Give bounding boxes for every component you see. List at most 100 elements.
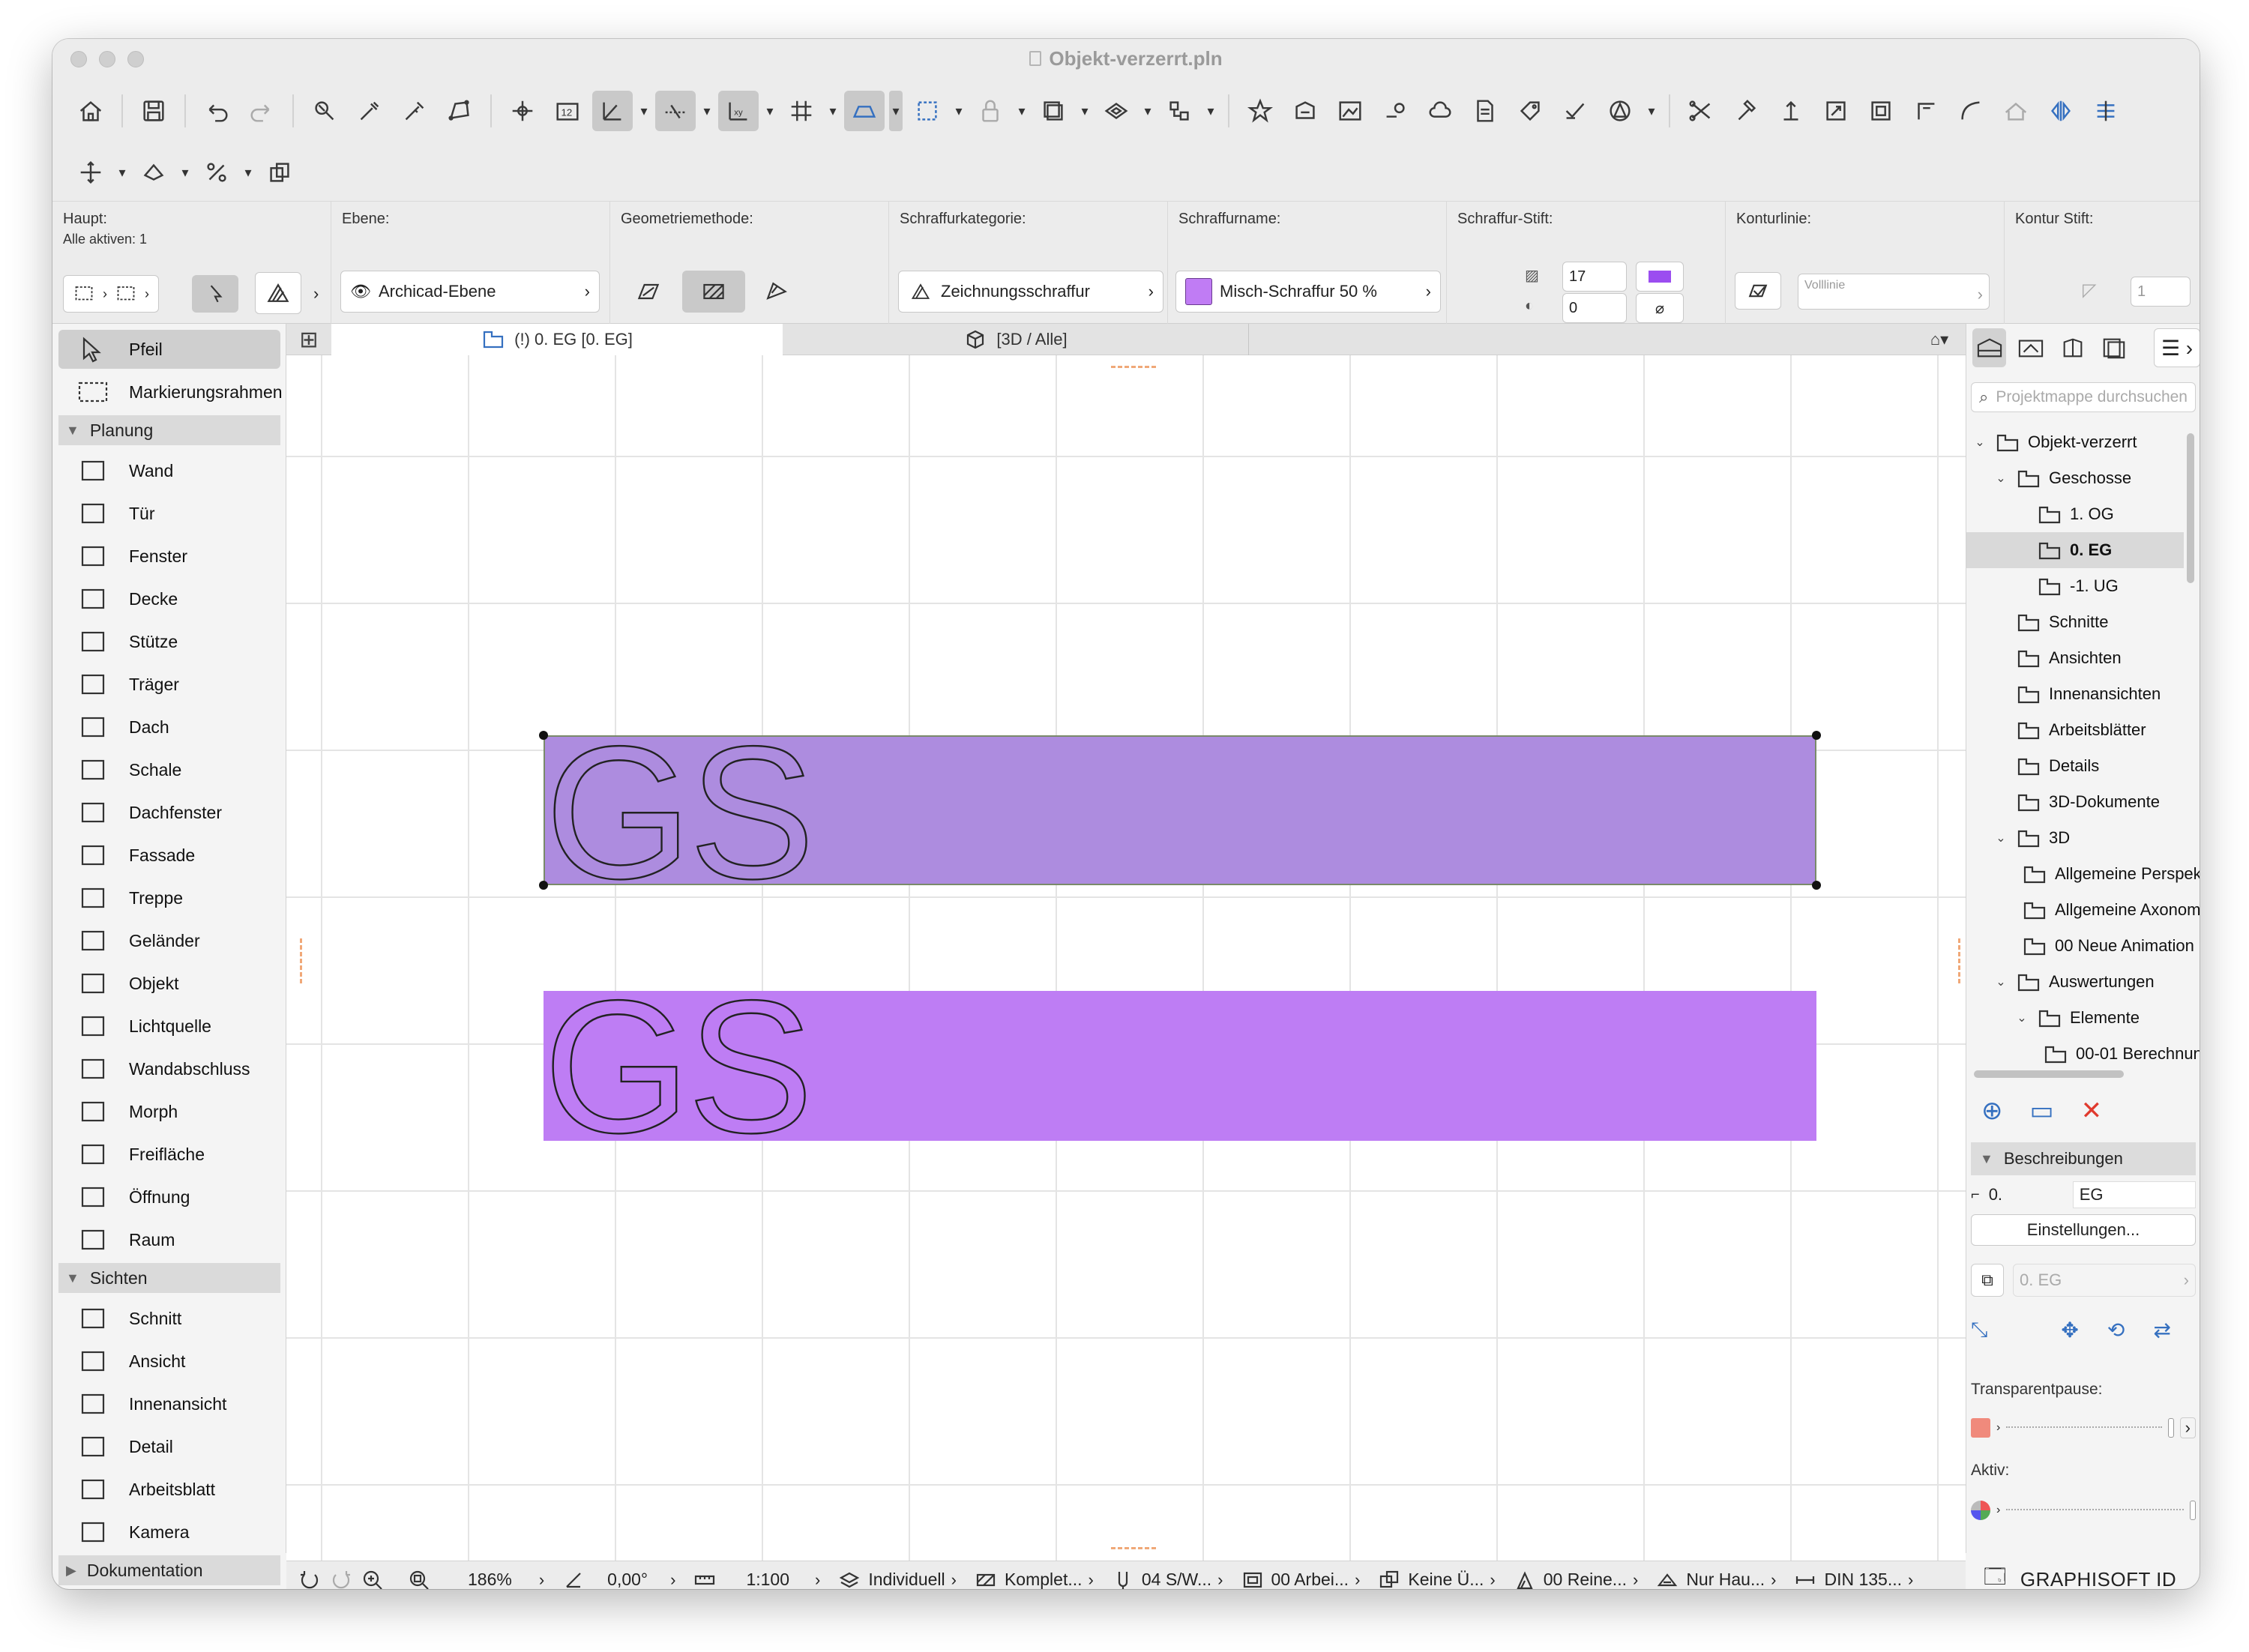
add-icon[interactable]: ⊕ [1981,1096,2003,1126]
copy-button[interactable] [259,152,300,193]
tab-project-map[interactable] [1972,328,2007,367]
selection-handle[interactable] [539,731,548,740]
project-map-search[interactable]: ⌕ Projektmappe durchsuchen [1971,382,2196,412]
descriptions-section[interactable]: ▼ Beschreibungen [1971,1142,2196,1175]
trace-chevron[interactable]: › [2179,1417,2196,1438]
rotate-view-icon[interactable]: ⟲ [2107,1318,2125,1342]
percent-dropdown[interactable]: ▾ [241,152,255,193]
tab-publisher[interactable] [2097,328,2131,367]
tool-morph[interactable]: Morph [58,1092,280,1131]
mirror-button[interactable] [2041,91,2081,131]
tab-layout-book[interactable] [2056,328,2089,367]
disclosure-icon[interactable]: ⌄ [1993,471,2008,486]
roof-button[interactable] [1996,91,2036,131]
tool-ansicht[interactable]: Ansicht [58,1342,280,1381]
bg-pen-input[interactable]: 0 [1562,293,1627,323]
number-button[interactable]: 12 [547,91,588,131]
undo-button[interactable] [196,91,237,131]
delete-icon[interactable]: ✕ [2081,1096,2103,1126]
tree-item[interactable]: ⌄ Geschosse [1966,460,2184,496]
tool-fenster[interactable]: Fenster [58,537,280,576]
tree-scrollbar[interactable] [2187,433,2194,583]
marquee-button[interactable] [907,91,948,131]
graphisoft-id[interactable]: 🗔 GRAPHISOFT ID [1966,1561,2200,1589]
layer-combination[interactable]: Individuell [868,1570,945,1589]
tool-stütze[interactable]: Stütze [58,622,280,661]
context-field[interactable]: 0. EG › [2013,1264,2196,1297]
tree-item[interactable]: Details [1966,748,2184,784]
trace-slider[interactable]: › › [1971,1412,2196,1444]
angle-dropdown[interactable]: ▾ [637,91,651,131]
document-button[interactable] [1465,91,1505,131]
layers-button[interactable] [1033,91,1074,131]
tree-dropdown[interactable]: ▾ [1204,91,1217,131]
swap-icon[interactable]: ⇄ [2153,1318,2170,1342]
contour-line-type[interactable]: Volllinie › [1798,274,1990,310]
graphic-override[interactable]: Keine Ü... [1408,1570,1484,1589]
home-button[interactable] [70,91,111,131]
link-button[interactable] [1375,91,1415,131]
disclosure-icon[interactable]: ⌄ [2014,1010,2029,1025]
hatch-selected[interactable]: GS [544,717,1816,908]
syringe-button[interactable] [394,91,435,131]
slider-thumb[interactable] [2190,1501,2196,1520]
zoom-previous-button[interactable] [297,1567,322,1590]
hammer-button[interactable] [1726,91,1766,131]
guide-button[interactable] [655,91,696,131]
offset-button[interactable] [1861,91,1901,131]
tool-träger[interactable]: Träger [58,665,280,704]
navigator-menu-button[interactable]: ☰ › [2153,328,2200,367]
layers-dropdown[interactable]: ▾ [1078,91,1092,131]
tree-item[interactable]: ⌄ 3D [1966,820,2184,856]
tree-item[interactable]: 00 Neue Animation [1966,928,2194,964]
guide-dropdown[interactable]: ▾ [700,91,714,131]
shape-button[interactable] [1600,91,1640,131]
geometry-rotated-button[interactable] [753,271,799,313]
tree-button[interactable] [1159,91,1199,131]
select-mode-control[interactable]: › › [63,275,159,313]
tree-item[interactable]: Allgemeine Perspektive [1966,856,2200,892]
snap-button[interactable] [502,91,543,131]
tree-item[interactable]: Ansichten [1966,640,2184,676]
tree-item[interactable]: Schnitte [1966,604,2184,640]
toolbox-group-planung[interactable]: ▼ Planung [58,415,280,445]
renovation-filter[interactable]: 00 Reine... [1544,1570,1627,1589]
grid-button[interactable] [781,91,822,131]
redo-button[interactable] [241,91,282,131]
tool-objekt[interactable]: Objekt [58,964,280,1003]
coordinates-button[interactable]: xy [718,91,759,131]
scale-value[interactable]: 1:100 [746,1570,789,1589]
toolbox-group-dokumentation[interactable]: ▶ Dokumentation [58,1555,280,1585]
tool-lichtquelle[interactable]: Lichtquelle [58,1007,280,1046]
tool-dachfenster[interactable]: Dachfenster [58,793,280,832]
favorites-button[interactable] [1240,91,1280,131]
tool-raum[interactable]: Raum [58,1220,280,1259]
lock-button[interactable] [970,91,1011,131]
disclosure-icon[interactable]: ⌄ [1972,435,1987,450]
move-button[interactable] [70,152,111,193]
tab-options-button[interactable]: ⌂▾ [1913,324,1966,355]
toolbox-group-sichten[interactable]: ▼ Sichten [58,1263,280,1293]
curve-button[interactable] [1951,91,1991,131]
contour-toggle[interactable] [1735,272,1781,310]
find-select-button[interactable] [304,91,345,131]
hatch-name-select[interactable]: Misch-Schraffur 50 % › [1175,271,1441,313]
story-name-field[interactable]: EG [2072,1181,2196,1208]
tab-overview-button[interactable]: ⊞ [286,324,331,355]
tool-pfeil[interactable]: Pfeil [58,330,280,369]
selection-handle[interactable] [1812,881,1821,890]
minimize-window-button[interactable] [99,51,115,67]
eyedropper-button[interactable] [349,91,390,131]
coordinates-dropdown[interactable]: ▾ [763,91,777,131]
view-settings-icon[interactable]: ⧉ [1971,1264,2004,1297]
modify-dropdown[interactable]: ▾ [178,152,192,193]
hatch-category-select[interactable]: Zeichnungsschraffur › [898,271,1163,313]
pick-up-parameters-button[interactable] [192,275,238,313]
dimension-standard[interactable]: DIN 135... [1824,1570,1902,1589]
cloud-button[interactable] [1420,91,1460,131]
pen-set[interactable]: 04 S/W... [1142,1570,1211,1589]
main-chevron[interactable]: › [313,284,319,304]
rotation-angle[interactable]: 0,00° [607,1570,648,1589]
structure-display[interactable]: Komplet... [1005,1570,1083,1589]
geometry-polygon-button[interactable] [682,271,745,313]
